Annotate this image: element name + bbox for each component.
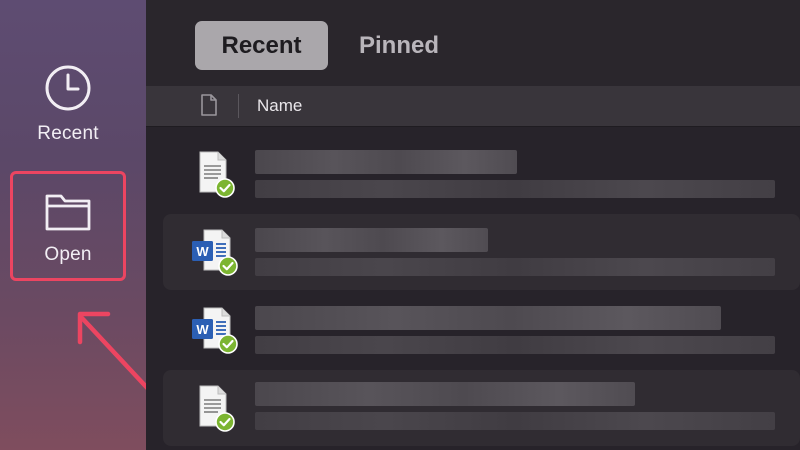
main-panel: Recent Pinned Name W W: [146, 0, 800, 450]
tab-pinned[interactable]: Pinned: [342, 21, 456, 70]
folder-icon: [45, 194, 91, 231]
file-name-redacted: [255, 150, 517, 174]
file-row[interactable]: [163, 370, 800, 446]
document-file-icon: [199, 385, 235, 432]
file-name-redacted: [255, 382, 635, 406]
tab-bar: Recent Pinned: [146, 0, 800, 88]
word-document-icon: W: [192, 307, 238, 354]
file-name-redacted: [255, 306, 721, 330]
file-row[interactable]: W: [163, 214, 800, 290]
document-file-icon: [199, 151, 235, 198]
word-document-icon: W: [192, 229, 238, 276]
file-path-redacted: [255, 180, 775, 198]
column-separator[interactable]: [238, 94, 239, 118]
file-path-redacted: [255, 412, 775, 430]
sidebar-item-recent[interactable]: Recent: [10, 48, 126, 160]
file-name-redacted: [255, 228, 488, 252]
file-list-header: Name: [146, 86, 800, 127]
file-row[interactable]: W: [163, 292, 800, 368]
sidebar-item-label: Open: [44, 244, 92, 265]
name-column-header[interactable]: Name: [257, 96, 302, 116]
file-path-redacted: [255, 336, 775, 354]
svg-text:W: W: [196, 322, 209, 337]
document-icon: [201, 94, 217, 116]
sidebar-item-open[interactable]: Open: [10, 171, 126, 281]
file-row[interactable]: [163, 136, 800, 212]
tab-recent[interactable]: Recent: [195, 21, 328, 70]
file-path-redacted: [255, 258, 775, 276]
clock-icon: [45, 65, 91, 111]
svg-text:W: W: [196, 244, 209, 259]
sidebar-item-label: Recent: [37, 123, 99, 144]
